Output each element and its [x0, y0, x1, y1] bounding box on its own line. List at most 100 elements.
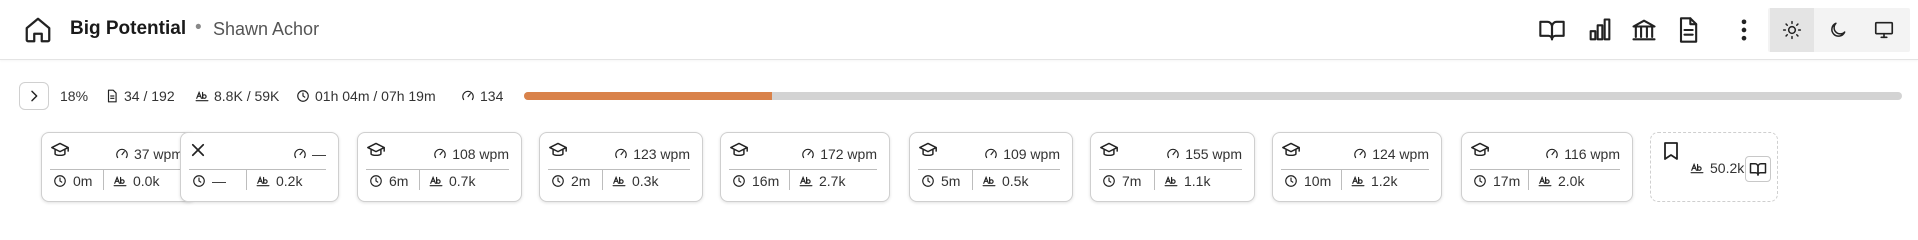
text-icon — [1690, 162, 1704, 174]
card-divider — [548, 169, 690, 170]
chevron-right-icon — [31, 90, 38, 102]
chapter-card[interactable]: 116 wpm 17m 2.0k — [1461, 132, 1633, 202]
library-button[interactable] — [1630, 16, 1658, 44]
clock-icon — [1474, 175, 1486, 187]
chapter-words: 2.0k — [1538, 173, 1584, 189]
card-vertical-divider — [602, 170, 603, 190]
library-icon — [1632, 19, 1656, 41]
more-menu-button[interactable] — [1730, 16, 1758, 44]
text-icon — [1351, 175, 1365, 187]
clock-icon — [733, 175, 745, 187]
chapter-words: 0.7k — [429, 173, 475, 189]
chapter-wpm: 109 wpm — [984, 146, 1060, 162]
expand-toggle-button[interactable] — [19, 82, 49, 110]
theme-system-button[interactable] — [1862, 8, 1906, 52]
graduation-cap-icon — [729, 141, 749, 159]
chapter-card[interactable]: 108 wpm 6m 0.7k — [357, 132, 522, 202]
gauge-icon — [1546, 148, 1559, 159]
chapter-card[interactable]: 155 wpm 7m 1.1k — [1090, 132, 1255, 202]
card-vertical-divider — [1154, 170, 1155, 190]
book-open-icon — [1749, 163, 1767, 176]
chapter-card[interactable]: 37 wpm 0m 0.0k — [41, 132, 196, 202]
words-value: 8.8K / 59K — [214, 88, 280, 104]
card-vertical-divider — [246, 170, 247, 190]
chapter-words: 2.7k — [799, 173, 845, 189]
book-author: Shawn Achor — [213, 19, 320, 39]
text-icon — [1538, 175, 1552, 187]
graduation-cap-icon — [918, 141, 938, 159]
text-icon — [1164, 175, 1178, 187]
speed-value: 134 — [480, 88, 504, 104]
gauge-icon — [294, 148, 306, 159]
close-icon — [189, 141, 209, 159]
chapter-words: 0.2k — [256, 173, 302, 189]
card-vertical-divider — [103, 170, 104, 190]
chapter-wpm: 37 wpm — [115, 146, 183, 162]
chapter-time: 17m — [1473, 173, 1520, 189]
chapter-card[interactable]: 109 wpm 5m 0.5k — [909, 132, 1073, 202]
graduation-cap-icon — [50, 141, 70, 159]
chapter-time: 7m — [1102, 173, 1141, 189]
reader-button[interactable] — [1538, 16, 1566, 44]
bookmark-words: 50.2k — [1690, 160, 1744, 176]
chapter-card[interactable]: 172 wpm 16m 2.7k — [720, 132, 890, 202]
graduation-cap-icon — [548, 141, 568, 159]
text-icon — [195, 90, 209, 102]
graduation-cap-icon — [1281, 141, 1301, 159]
text-icon — [982, 175, 996, 187]
clock-icon — [297, 90, 309, 102]
text-icon — [429, 175, 443, 187]
card-vertical-divider — [1528, 170, 1529, 190]
chapter-wpm: 172 wpm — [801, 146, 877, 162]
chapter-card[interactable]: 124 wpm 10m 1.2k — [1272, 132, 1442, 202]
bookmark-icon — [1664, 142, 1678, 160]
text-icon — [256, 175, 270, 187]
document-icon — [1679, 17, 1698, 43]
bookmark-card[interactable]: 50.2k — [1650, 132, 1778, 202]
chapter-words: 0.5k — [982, 173, 1028, 189]
card-vertical-divider — [972, 170, 973, 190]
reading-progress-fill — [524, 92, 773, 100]
open-book-button[interactable] — [1745, 156, 1771, 182]
gauge-icon — [985, 148, 997, 159]
chapter-card[interactable]: 123 wpm 2m 0.3k — [539, 132, 703, 202]
reading-progress-bar[interactable] — [524, 92, 1902, 100]
pages-stat: 34 / 192 — [105, 88, 175, 104]
stats-button[interactable] — [1586, 16, 1614, 44]
card-vertical-divider — [1341, 170, 1342, 190]
app-header: Big Potential • Shawn Achor — [0, 0, 1918, 60]
more-vertical-icon — [1741, 19, 1747, 41]
clock-icon — [552, 175, 564, 187]
words-stat: 8.8K / 59K — [195, 88, 279, 104]
moon-icon — [1831, 22, 1846, 37]
chapter-time: 6m — [369, 173, 408, 189]
card-vertical-divider — [789, 170, 790, 190]
theme-light-button[interactable] — [1770, 8, 1814, 52]
chapter-wpm: 124 wpm — [1353, 146, 1429, 162]
pages-value: 34 / 192 — [124, 88, 175, 104]
progress-percent: 18% — [60, 88, 89, 104]
chapter-wpm: — — [293, 146, 326, 162]
theme-dark-button[interactable] — [1816, 8, 1860, 52]
gauge-icon — [116, 148, 128, 159]
speed-stat: 134 — [461, 88, 503, 104]
bar-chart-icon — [1589, 18, 1611, 41]
document-button[interactable] — [1674, 16, 1702, 44]
chapter-wpm: 108 wpm — [433, 146, 509, 162]
text-icon — [799, 175, 813, 187]
time-value: 01h 04m / 07h 19m — [315, 88, 436, 104]
gauge-icon — [615, 148, 627, 159]
chapter-wpm: 116 wpm — [1545, 146, 1620, 162]
card-divider — [729, 169, 877, 170]
chapter-time: 10m — [1284, 173, 1331, 189]
graduation-cap-icon — [1099, 141, 1119, 159]
title-separator: • — [195, 17, 202, 38]
gauge-icon — [1354, 148, 1366, 159]
chapter-card[interactable]: — — 0.2k — [180, 132, 339, 202]
theme-switcher — [1768, 8, 1910, 52]
clock-icon — [1285, 175, 1297, 187]
home-button[interactable] — [23, 15, 53, 45]
card-divider — [366, 169, 509, 170]
chapter-wpm: 123 wpm — [614, 146, 690, 162]
chapter-time: 5m — [921, 173, 960, 189]
